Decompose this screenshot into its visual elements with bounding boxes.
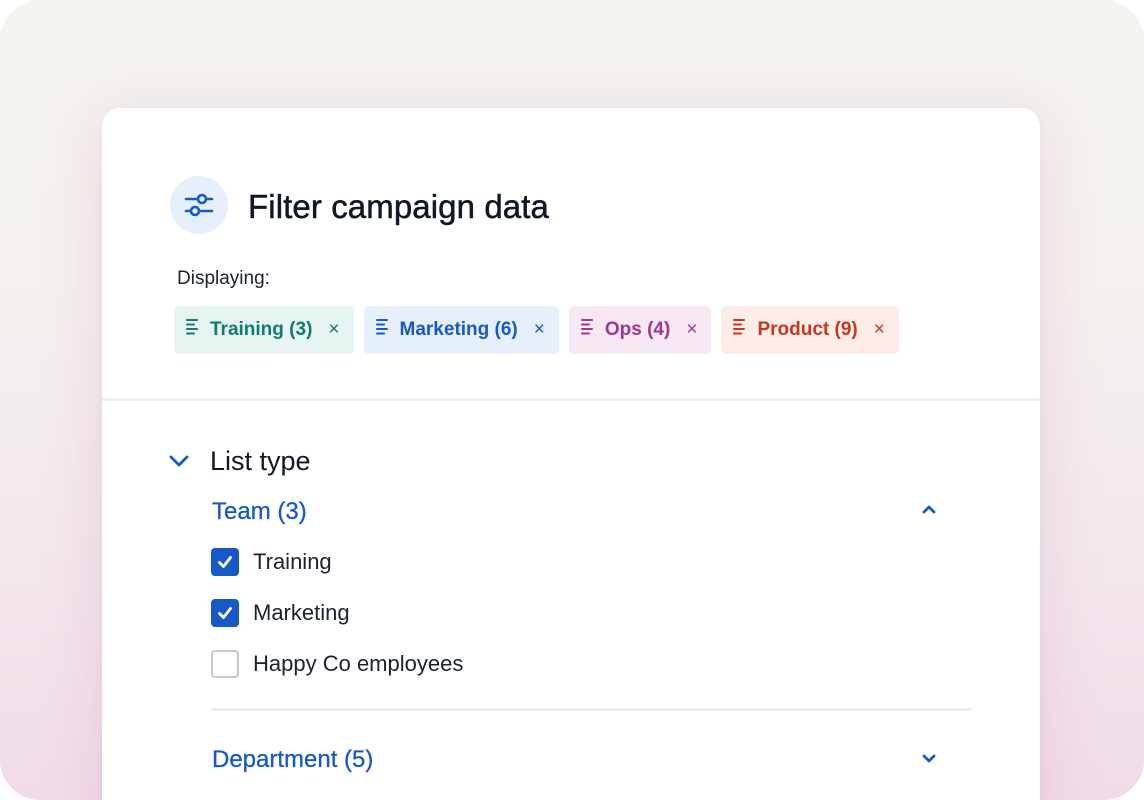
chip-label: Product (9)	[757, 319, 858, 340]
chip-ops[interactable]: Ops (4) ×	[568, 306, 712, 354]
option-label: Training	[253, 549, 332, 574]
chevron-down-icon[interactable]	[166, 448, 192, 474]
option-label: Marketing	[253, 600, 350, 625]
remove-chip-ops-button[interactable]: ×	[686, 319, 697, 341]
displaying-label: Displaying:	[177, 268, 270, 289]
checkmark-icon	[218, 607, 232, 619]
list-icon	[580, 318, 597, 342]
chip-marketing[interactable]: Marketing (6) ×	[363, 306, 559, 354]
list-icon	[375, 318, 392, 342]
divider	[211, 708, 971, 711]
checkbox-happy-co-employees[interactable]	[211, 650, 239, 678]
remove-chip-product-button[interactable]: ×	[874, 319, 885, 341]
remove-chip-training-button[interactable]: ×	[328, 319, 339, 341]
remove-chip-marketing-button[interactable]: ×	[534, 319, 545, 341]
chip-training[interactable]: Training (3) ×	[174, 306, 354, 354]
chip-label: Ops (4)	[604, 319, 671, 340]
filter-panel: Filter campaign data Displaying: Trainin…	[102, 108, 1040, 800]
department-group-heading[interactable]: Department (5)	[212, 746, 374, 774]
chip-label: Marketing (6)	[399, 319, 518, 340]
panel-title: Filter campaign data	[248, 188, 549, 226]
chevron-up-icon[interactable]	[917, 498, 941, 522]
list-icon	[186, 318, 202, 342]
checkbox-training[interactable]	[211, 548, 239, 576]
divider	[102, 398, 1040, 401]
chevron-down-icon[interactable]	[917, 746, 941, 770]
checkmark-icon	[218, 556, 232, 568]
option-label: Happy Co employees	[253, 651, 464, 676]
chip-label: Training (3)	[210, 319, 313, 340]
option-marketing[interactable]: Marketing	[211, 599, 350, 627]
team-group-heading[interactable]: Team (3)	[212, 498, 307, 526]
option-happy-co-employees[interactable]: Happy Co employees	[211, 650, 463, 678]
chip-product[interactable]: Product (9) ×	[721, 306, 899, 354]
checkbox-marketing[interactable]	[211, 599, 239, 627]
active-filter-chips: Training (3) × Marketing (6) × Ops (4) ×…	[174, 306, 899, 354]
filter-sliders-icon	[170, 176, 228, 234]
list-icon	[733, 318, 749, 342]
list-type-heading[interactable]: List type	[210, 446, 311, 477]
background-frame: Filter campaign data Displaying: Trainin…	[0, 0, 1144, 800]
option-training[interactable]: Training	[211, 548, 332, 576]
